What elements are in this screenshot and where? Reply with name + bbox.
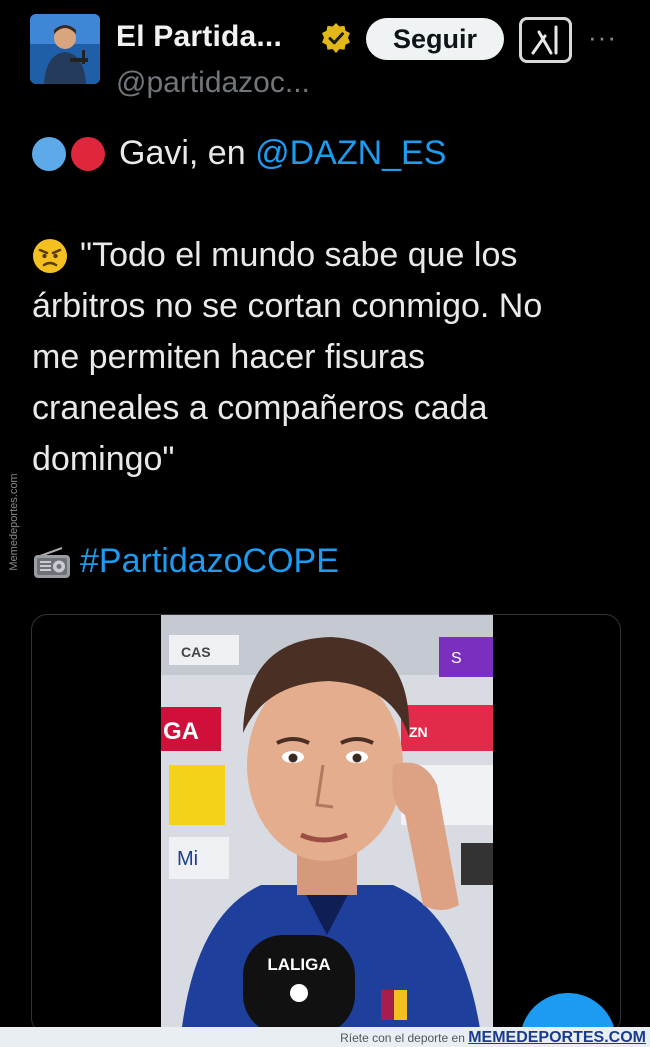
tweet-quote-line-5: domingo": [32, 434, 632, 485]
svg-text:GA: GA: [163, 718, 199, 745]
tweet-quote-line-4: craneales a compañeros cada: [32, 383, 632, 434]
tweet-line-1: Gavi, en @DAZN_ES: [32, 128, 632, 179]
red-circle-icon: [71, 136, 105, 171]
side-watermark: Memedeportes.com: [4, 462, 24, 582]
tweet-text: Gavi, en @DAZN_ES "Todo el mundo sabe qu…: [32, 128, 632, 587]
svg-text:S: S: [451, 650, 462, 667]
mic-label: LALIGA: [267, 955, 330, 974]
angry-face-icon: [33, 238, 67, 273]
footer-watermark: Ríete con el deporte en MEMEDEPORTES.COM: [0, 1027, 650, 1047]
svg-text:CAS: CAS: [181, 644, 211, 660]
tweet-hashtag-line: #PartidazoCOPE: [32, 536, 632, 587]
svg-text:ZN: ZN: [409, 724, 428, 740]
media-card[interactable]: CAS S GA ZN Mi LALIGA: [31, 614, 621, 1034]
quote-text: "Todo el mundo sabe que los: [80, 236, 518, 274]
account-handle[interactable]: @partidazoc...: [116, 66, 310, 100]
grok-icon[interactable]: [519, 17, 572, 63]
radio-icon: [34, 546, 70, 578]
quote-text: me permiten hacer fisuras: [32, 338, 426, 376]
video-frame: CAS S GA ZN Mi LALIGA: [161, 615, 493, 1033]
more-options-icon[interactable]: ···: [588, 22, 617, 53]
hashtag-link[interactable]: #PartidazoCOPE: [80, 536, 339, 587]
tweet-intro-text: Gavi, en: [119, 134, 256, 172]
footer-text: Ríete con el deporte en MEMEDEPORTES.COM: [340, 1029, 646, 1047]
tweet-quote-line-1: "Todo el mundo sabe que los: [32, 230, 632, 281]
video-player[interactable]: CAS S GA ZN Mi LALIGA: [161, 615, 493, 1033]
blue-circle-icon: [32, 136, 66, 171]
footer-brand-link[interactable]: MEMEDEPORTES.COM: [468, 1029, 646, 1046]
svg-text:Mi: Mi: [177, 848, 198, 870]
follow-button[interactable]: Seguir: [366, 18, 504, 60]
avatar[interactable]: [30, 14, 100, 84]
quote-text: domingo": [32, 440, 175, 478]
footer-tagline: Ríete con el deporte en: [340, 1031, 469, 1045]
tweet-quote-line-2: árbitros no se cortan conmigo. No: [32, 281, 632, 332]
side-watermark-text: Memedeportes.com: [8, 473, 20, 571]
tweet-header: El Partida... @partidazoc... Seguir ···: [0, 0, 650, 110]
mention-link[interactable]: @DAZN_ES: [255, 128, 446, 179]
tweet-quote-line-3: me permiten hacer fisuras: [32, 332, 632, 383]
display-name[interactable]: El Partida...: [116, 20, 282, 54]
verified-badge-icon: [322, 23, 350, 53]
quote-text: craneales a compañeros cada: [32, 389, 488, 427]
quote-text: árbitros no se cortan conmigo. No: [32, 287, 543, 325]
